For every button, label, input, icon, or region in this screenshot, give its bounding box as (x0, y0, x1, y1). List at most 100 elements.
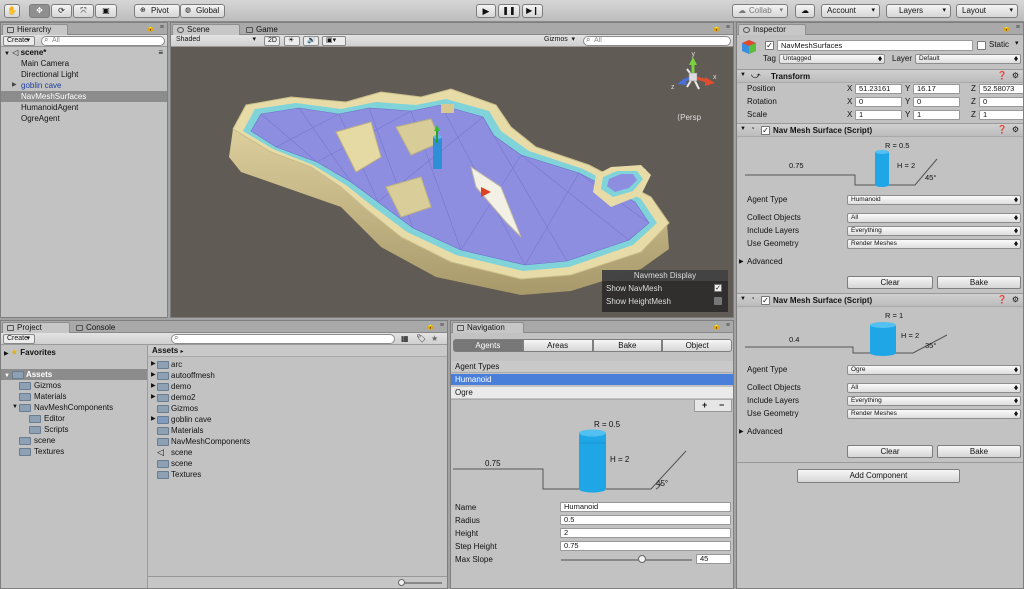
position-axis-x-label[interactable]: X (847, 84, 852, 94)
icon-size-slider-thumb[interactable] (398, 579, 405, 586)
hierarchy-item-navmeshsurfaces[interactable]: NavMeshSurfaces (1, 91, 167, 102)
lock-icon[interactable]: 🔒 (146, 24, 155, 32)
layers-dropdown[interactable]: Layers (886, 4, 951, 18)
icon-size-slider-track[interactable] (400, 582, 442, 584)
play-button[interactable]: ▶ (476, 4, 496, 18)
create-dropdown[interactable]: Create (3, 36, 35, 46)
global-button[interactable]: ◍ Global (180, 4, 225, 18)
lock-icon[interactable]: 🔒 (1002, 24, 1011, 32)
surface-2-agent-type-dropdown[interactable]: Ogre (847, 365, 1021, 375)
gear-icon[interactable]: ⚙ (1012, 295, 1019, 304)
asset-demo[interactable]: ▶ demo (149, 381, 447, 392)
favorites-item[interactable]: ▶ ★ Favorites (1, 347, 147, 358)
hierarchy-item-ogreagent[interactable]: OgreAgent (1, 113, 167, 124)
surface-2-clear-button[interactable]: Clear (847, 445, 933, 458)
asset-scene-file[interactable]: ◁ scene (149, 447, 447, 458)
asset-autooffmesh[interactable]: ▶ autooffmesh (149, 370, 447, 381)
tree-item-scene[interactable]: scene (1, 435, 147, 446)
rect-tool-icon[interactable]: ▣ (95, 4, 117, 18)
position-x-input[interactable]: 51.23161 (855, 84, 902, 94)
orientation-gizmo[interactable]: y x z (671, 51, 717, 91)
breadcrumb[interactable]: Assets ▸ (148, 345, 447, 357)
gizmos-dropdown[interactable]: Gizmos (541, 36, 579, 46)
perspective-label[interactable]: ⟨Persp (677, 113, 701, 122)
tree-item-scripts[interactable]: Scripts (1, 424, 147, 435)
help-icon[interactable]: ❓ (997, 295, 1007, 304)
tab-hierarchy[interactable]: Hierarchy (2, 24, 68, 35)
menu-icon[interactable]: ≡ (726, 24, 730, 31)
navmesh-surface-2-header[interactable]: ▼ ◔ ✓ Nav Mesh Surface (Script) ❓ ⚙ (737, 293, 1023, 307)
tree-item-materials[interactable]: Materials (1, 391, 147, 402)
gear-icon[interactable]: ⚙ (1012, 125, 1019, 134)
filter-type-icon[interactable]: ▦ (401, 334, 409, 343)
hierarchy-item-humanoidagent[interactable]: HumanoidAgent (1, 102, 167, 113)
scale-axis-x-label[interactable]: X (847, 110, 852, 120)
rotation-y-input[interactable]: 0 (913, 97, 960, 107)
remove-agent-button[interactable]: − (719, 400, 724, 410)
max-slope-slider-thumb[interactable] (638, 555, 647, 563)
hand-tool-icon[interactable]: ✋ (4, 4, 20, 18)
transform-header[interactable]: ▼ ⤻ Transform ❓ ⚙ (737, 69, 1023, 83)
surface-1-agent-type-dropdown[interactable]: Humanoid (847, 195, 1021, 205)
surface-1-collect-dropdown[interactable]: All (847, 213, 1021, 223)
tab-game[interactable]: Game (241, 24, 286, 35)
static-checkbox[interactable] (977, 41, 986, 50)
menu-icon[interactable]: ≡ (1016, 24, 1020, 31)
tab-project[interactable]: Project (2, 322, 70, 333)
tab-object[interactable]: Object (662, 339, 732, 352)
scale-tool-icon[interactable]: ⤧ (73, 4, 94, 18)
pivot-button[interactable]: ⊕ Pivot (134, 4, 180, 18)
asset-gizmos[interactable]: Gizmos (149, 403, 447, 414)
help-icon[interactable]: ❓ (997, 71, 1007, 80)
filter-label-icon[interactable]: 🏷 (416, 334, 426, 343)
asset-demo2[interactable]: ▶ demo2 (149, 392, 447, 403)
rotation-z-input[interactable]: 0 (979, 97, 1023, 107)
hierarchy-item-directional-light[interactable]: Directional Light (1, 69, 167, 80)
position-z-input[interactable]: 52.58073 (979, 84, 1023, 94)
position-axis-z-label[interactable]: Z (971, 84, 976, 94)
surface-1-advanced-foldout[interactable]: ▶ Advanced (739, 257, 783, 267)
favorite-star-icon[interactable]: ★ (431, 334, 438, 343)
show-heightmesh-checkbox[interactable] (714, 297, 722, 305)
move-tool-icon[interactable]: ✥ (29, 4, 50, 18)
asset-arc[interactable]: ▶ arc (149, 359, 447, 370)
scene-header[interactable]: ▼ ◁ scene* ≡ (1, 47, 167, 58)
surface-1-enabled-checkbox[interactable]: ✓ (761, 126, 770, 135)
2d-toggle[interactable]: 2D (264, 36, 280, 46)
gear-icon[interactable]: ⚙ (1012, 71, 1019, 80)
scale-z-input[interactable]: 1 (979, 110, 1023, 120)
tag-dropdown[interactable]: Untagged (779, 54, 885, 64)
surface-1-bake-button[interactable]: Bake (937, 276, 1021, 289)
hierarchy-search-input[interactable]: All (41, 36, 165, 46)
surface-2-geometry-dropdown[interactable]: Render Meshes (847, 409, 1021, 419)
lock-icon[interactable]: 🔒 (712, 322, 721, 330)
menu-icon[interactable]: ≡ (160, 24, 164, 31)
surface-2-include-dropdown[interactable]: Everything (847, 396, 1021, 406)
show-navmesh-checkbox[interactable]: ✓ (714, 284, 722, 292)
shading-mode-dropdown[interactable]: Shaded (173, 36, 260, 46)
tree-item-navmeshcomponents[interactable]: ▼ NavMeshComponents (1, 402, 147, 413)
effects-icon[interactable]: ▣▾ (322, 36, 346, 46)
lighting-icon[interactable]: ☀ (284, 36, 300, 46)
agent-step-height-input[interactable]: 0.75 (560, 541, 731, 551)
add-agent-button[interactable]: + (702, 400, 707, 410)
asset-goblin-cave[interactable]: ▶ goblin cave (149, 414, 447, 425)
object-name-input[interactable]: NavMeshSurfaces (777, 40, 973, 51)
hierarchy-item-main-camera[interactable]: Main Camera (1, 58, 167, 69)
cloud-icon[interactable]: ☁ (795, 4, 815, 18)
scale-y-input[interactable]: 1 (913, 110, 960, 120)
scale-axis-y-label[interactable]: Y (905, 110, 910, 120)
hierarchy-item-goblin-cave[interactable]: ▶ goblin cave (1, 80, 167, 91)
agent-type-humanoid[interactable]: Humanoid (451, 374, 733, 385)
tree-item-gizmos[interactable]: Gizmos (1, 380, 147, 391)
surface-2-collect-dropdown[interactable]: All (847, 383, 1021, 393)
tab-inspector[interactable]: Inspector (738, 24, 806, 35)
asset-navmeshcomponents[interactable]: NavMeshComponents (149, 436, 447, 447)
lock-icon[interactable]: 🔒 (426, 322, 435, 330)
asset-scene-folder[interactable]: scene (149, 458, 447, 469)
tab-scene[interactable]: Scene (172, 24, 240, 35)
pause-button[interactable]: ❚❚ (498, 4, 520, 18)
agent-radius-input[interactable]: 0.5 (560, 515, 731, 525)
project-search-input[interactable] (171, 334, 395, 344)
help-icon[interactable]: ❓ (997, 125, 1007, 134)
